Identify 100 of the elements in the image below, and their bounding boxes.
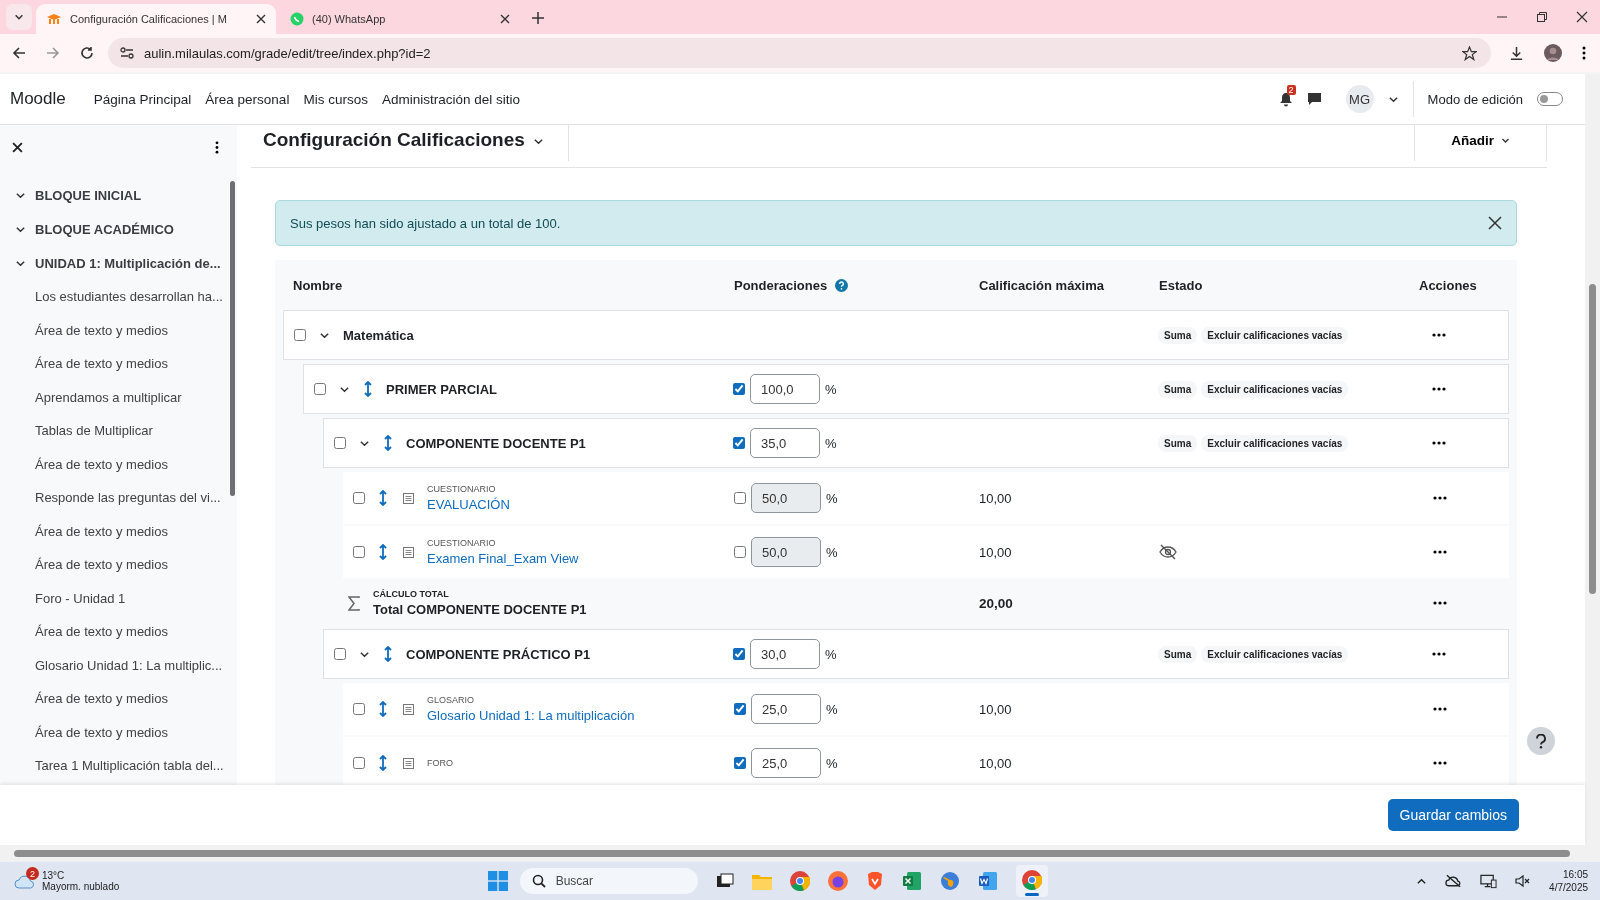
weight-override-checkbox[interactable]: [734, 546, 746, 558]
nav-link[interactable]: Administración del sitio: [381, 91, 520, 107]
more-actions-icon[interactable]: [1433, 707, 1447, 711]
more-actions-icon[interactable]: [1433, 601, 1447, 605]
new-tab-icon[interactable]: [532, 12, 544, 24]
weight-field[interactable]: 30,0: [750, 639, 820, 669]
move-handle-icon[interactable]: [378, 755, 388, 771]
star-icon[interactable]: [1462, 45, 1477, 61]
course-activity-link[interactable]: Área de texto y medios: [15, 447, 237, 481]
course-activity-link[interactable]: Glosario Unidad 1: La multiplic...: [15, 648, 237, 682]
weight-override-checkbox[interactable]: [734, 703, 746, 715]
select-checkbox[interactable]: [353, 492, 365, 504]
document-icon[interactable]: [977, 871, 998, 891]
restore-icon[interactable]: [1536, 11, 1548, 23]
select-checkbox[interactable]: [353, 703, 365, 715]
nav-link[interactable]: Página Principal: [93, 91, 192, 107]
more-actions-icon[interactable]: [1432, 387, 1446, 391]
course-section-link[interactable]: BLOQUE ACADÉMICO: [35, 221, 174, 237]
weight-override-checkbox[interactable]: [733, 648, 745, 660]
chat-icon[interactable]: [1306, 92, 1322, 106]
scrollbar[interactable]: [1585, 74, 1600, 845]
course-activity-link[interactable]: Área de texto y medios: [15, 313, 237, 347]
edit-mode-toggle[interactable]: [1537, 92, 1563, 106]
grade-item-link[interactable]: EVALUACIÓN: [427, 497, 510, 512]
weight-override-checkbox[interactable]: [734, 757, 746, 769]
move-handle-icon[interactable]: [378, 544, 388, 560]
help-button[interactable]: [1527, 727, 1555, 755]
help-icon[interactable]: [835, 278, 849, 292]
close-icon[interactable]: [1576, 11, 1588, 23]
more-actions-icon[interactable]: [1432, 652, 1446, 656]
select-checkbox[interactable]: [353, 757, 365, 769]
course-activity-link[interactable]: Tarea 1 Multiplicación tabla del...: [15, 749, 237, 783]
browser-icon[interactable]: [1021, 870, 1042, 890]
browser-icon[interactable]: [827, 871, 848, 891]
site-brand[interactable]: Moodle: [10, 89, 66, 109]
browser-icon[interactable]: [789, 871, 810, 891]
task-view-icon[interactable]: [715, 872, 734, 890]
select-checkbox[interactable]: [314, 383, 326, 395]
select-checkbox[interactable]: [334, 437, 346, 449]
forward-icon[interactable]: [46, 46, 60, 60]
weight-field[interactable]: 25,0: [751, 748, 821, 778]
close-icon[interactable]: [12, 142, 23, 153]
save-changes-button[interactable]: Guardar cambios: [1387, 799, 1519, 831]
address-bar[interactable]: aulin.milaulas.com/grade/edit/tree/index.php?id=2: [108, 38, 1491, 68]
course-activity-link[interactable]: Área de texto y medios: [15, 514, 237, 548]
move-handle-icon[interactable]: [383, 646, 393, 662]
more-actions-icon[interactable]: [1433, 761, 1447, 765]
course-activity-link[interactable]: Área de texto y medios: [15, 715, 237, 749]
profile-avatar-icon[interactable]: [1544, 44, 1562, 62]
grade-item-link[interactable]: Examen Final_Exam View: [427, 551, 579, 566]
weight-override-checkbox[interactable]: [733, 383, 745, 395]
menu-icon[interactable]: [1582, 46, 1586, 60]
course-activity-link[interactable]: Área de texto y medios: [15, 682, 237, 716]
more-options-icon[interactable]: [215, 141, 219, 154]
weight-override-checkbox[interactable]: [734, 492, 746, 504]
course-activity-link[interactable]: Foro - Unidad 1: [15, 581, 237, 615]
nav-link[interactable]: Área personal: [205, 91, 290, 107]
more-actions-icon[interactable]: [1432, 441, 1446, 445]
move-handle-icon[interactable]: [378, 701, 388, 717]
select-checkbox[interactable]: [334, 648, 346, 660]
site-settings-icon[interactable]: [120, 47, 134, 59]
user-avatar[interactable]: MG: [1345, 85, 1374, 113]
move-handle-icon[interactable]: [363, 381, 373, 397]
course-section-link[interactable]: UNIDAD 1: Multiplicación de...: [35, 255, 221, 271]
weight-field[interactable]: 50,0: [751, 483, 821, 513]
course-activity-link[interactable]: Área de texto y medios: [15, 347, 237, 381]
close-icon[interactable]: [256, 14, 266, 24]
move-handle-icon[interactable]: [383, 435, 393, 451]
weight-field[interactable]: 50,0: [751, 537, 821, 567]
grade-item-link[interactable]: Glosario Unidad 1: La multiplicación: [427, 708, 635, 723]
more-actions-icon[interactable]: [1432, 333, 1446, 337]
browser-tab[interactable]: Configuración Calificaciones | M: [36, 4, 276, 34]
cloud-off-icon[interactable]: [1445, 874, 1463, 888]
more-actions-icon[interactable]: [1433, 496, 1447, 500]
course-activity-link[interactable]: Tablas de Multiplicar: [15, 414, 237, 448]
start-button-icon[interactable]: [487, 871, 508, 891]
course-activity-link[interactable]: Área de texto y medios: [15, 548, 237, 582]
more-actions-icon[interactable]: [1433, 550, 1447, 554]
course-activity-link[interactable]: Responde las preguntas del vi...: [15, 481, 237, 515]
speaker-muted-icon[interactable]: [1515, 874, 1532, 888]
download-icon[interactable]: [1509, 45, 1524, 61]
back-icon[interactable]: [12, 46, 26, 60]
weight-override-checkbox[interactable]: [733, 437, 745, 449]
taskbar-search-field[interactable]: Buscar: [519, 868, 698, 894]
nav-link[interactable]: Mis cursos: [303, 91, 368, 107]
close-icon[interactable]: [500, 14, 510, 24]
page-title[interactable]: Configuración Calificaciones: [263, 129, 525, 151]
weight-field[interactable]: 25,0: [751, 694, 821, 724]
course-activity-link[interactable]: Aprendamos a multiplicar: [15, 380, 237, 414]
move-handle-icon[interactable]: [378, 490, 388, 506]
weight-field[interactable]: 100,0: [750, 374, 820, 404]
course-section-link[interactable]: BLOQUE INICIAL: [35, 187, 142, 203]
spreadsheet-icon[interactable]: [901, 871, 922, 891]
browser-tab[interactable]: (40) WhatsApp: [280, 4, 520, 34]
globe-icon[interactable]: [939, 871, 960, 891]
monitor-icon[interactable]: [1480, 873, 1498, 889]
select-checkbox[interactable]: [294, 329, 306, 341]
shield-icon[interactable]: [865, 871, 884, 891]
course-activity-link[interactable]: Área de texto y medios: [15, 615, 237, 649]
course-activity-link[interactable]: Los estudiantes desarrollan ha...: [15, 280, 237, 314]
